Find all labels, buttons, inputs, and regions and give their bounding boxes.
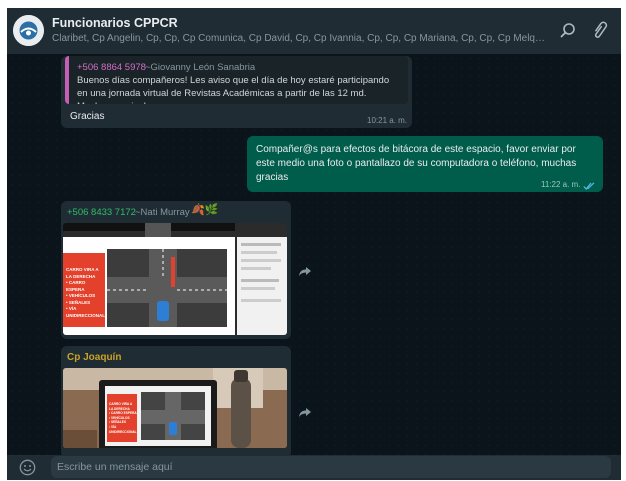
quoted-message[interactable]: +506 8864 5978 ~Giovanny León Sanabria B… — [65, 56, 408, 104]
screenshot-image[interactable]: CARRO VIRA A LA DERECHA • CARRO ESPERA •… — [63, 223, 287, 335]
message-input[interactable] — [51, 456, 611, 478]
slide-text: CARRO VIRA A LA DERECHA • CARRO ESPERA •… — [109, 402, 137, 434]
double-check-icon — [583, 178, 595, 190]
message-reply[interactable]: +506 8864 5978 ~Giovanny León Sanabria B… — [61, 56, 412, 128]
search-icon[interactable] — [558, 21, 578, 41]
forward-icon[interactable] — [298, 405, 312, 419]
group-members[interactable]: Claribet, Cp Angelin, Cp, Cp, Cp Comunic… — [52, 33, 547, 44]
sender-name[interactable]: Cp Joaquín — [67, 352, 121, 363]
group-title[interactable]: Funcionarios CPPCR — [52, 16, 178, 30]
reply-time: 10:21 a. m. — [367, 116, 408, 125]
attach-icon[interactable] — [590, 21, 610, 41]
sender-emoji: 🍂🌿 — [191, 204, 219, 216]
whatsapp-window: Funcionarios CPPCR Claribet, Cp Angelin,… — [7, 8, 621, 480]
composer-bar — [7, 455, 621, 480]
quoted-text: Buenos días compañeros! Les aviso que el… — [77, 75, 390, 104]
reply-text: Gracias — [70, 111, 105, 122]
message-outgoing[interactable]: Compañer@s para efectos de bitácora de e… — [247, 136, 603, 192]
sender-phone[interactable]: +506 8433 7172 — [67, 207, 136, 218]
quote-accent-bar — [65, 56, 69, 104]
quoted-phone: +506 8864 5978 — [77, 62, 146, 73]
outgoing-time: 11:22 a. m. — [541, 180, 581, 189]
photo-image[interactable]: CARRO VIRA A LA DERECHA • CARRO ESPERA •… — [63, 368, 287, 448]
group-avatar[interactable] — [13, 15, 44, 46]
slide-text: CARRO VIRA A LA DERECHA • CARRO ESPERA •… — [66, 267, 105, 318]
quoted-name: ~Giovanny León Sanabria — [145, 62, 256, 73]
forward-icon[interactable] — [298, 264, 312, 278]
message-list[interactable]: +506 8864 5978 ~Giovanny León Sanabria B… — [7, 54, 621, 455]
sender-name: ~Nati Murray — [135, 207, 190, 218]
message-image-2[interactable]: Cp Joaquín CARRO VIRA A LA DERECHA • CAR… — [61, 346, 291, 455]
emoji-icon[interactable] — [19, 459, 36, 476]
outgoing-text: Compañer@s para efectos de bitácora de e… — [256, 144, 577, 183]
message-image-1[interactable]: +506 8433 7172 ~Nati Murray 🍂🌿 CARRO VIR… — [61, 201, 291, 339]
chat-header[interactable]: Funcionarios CPPCR Claribet, Cp Angelin,… — [7, 8, 621, 54]
